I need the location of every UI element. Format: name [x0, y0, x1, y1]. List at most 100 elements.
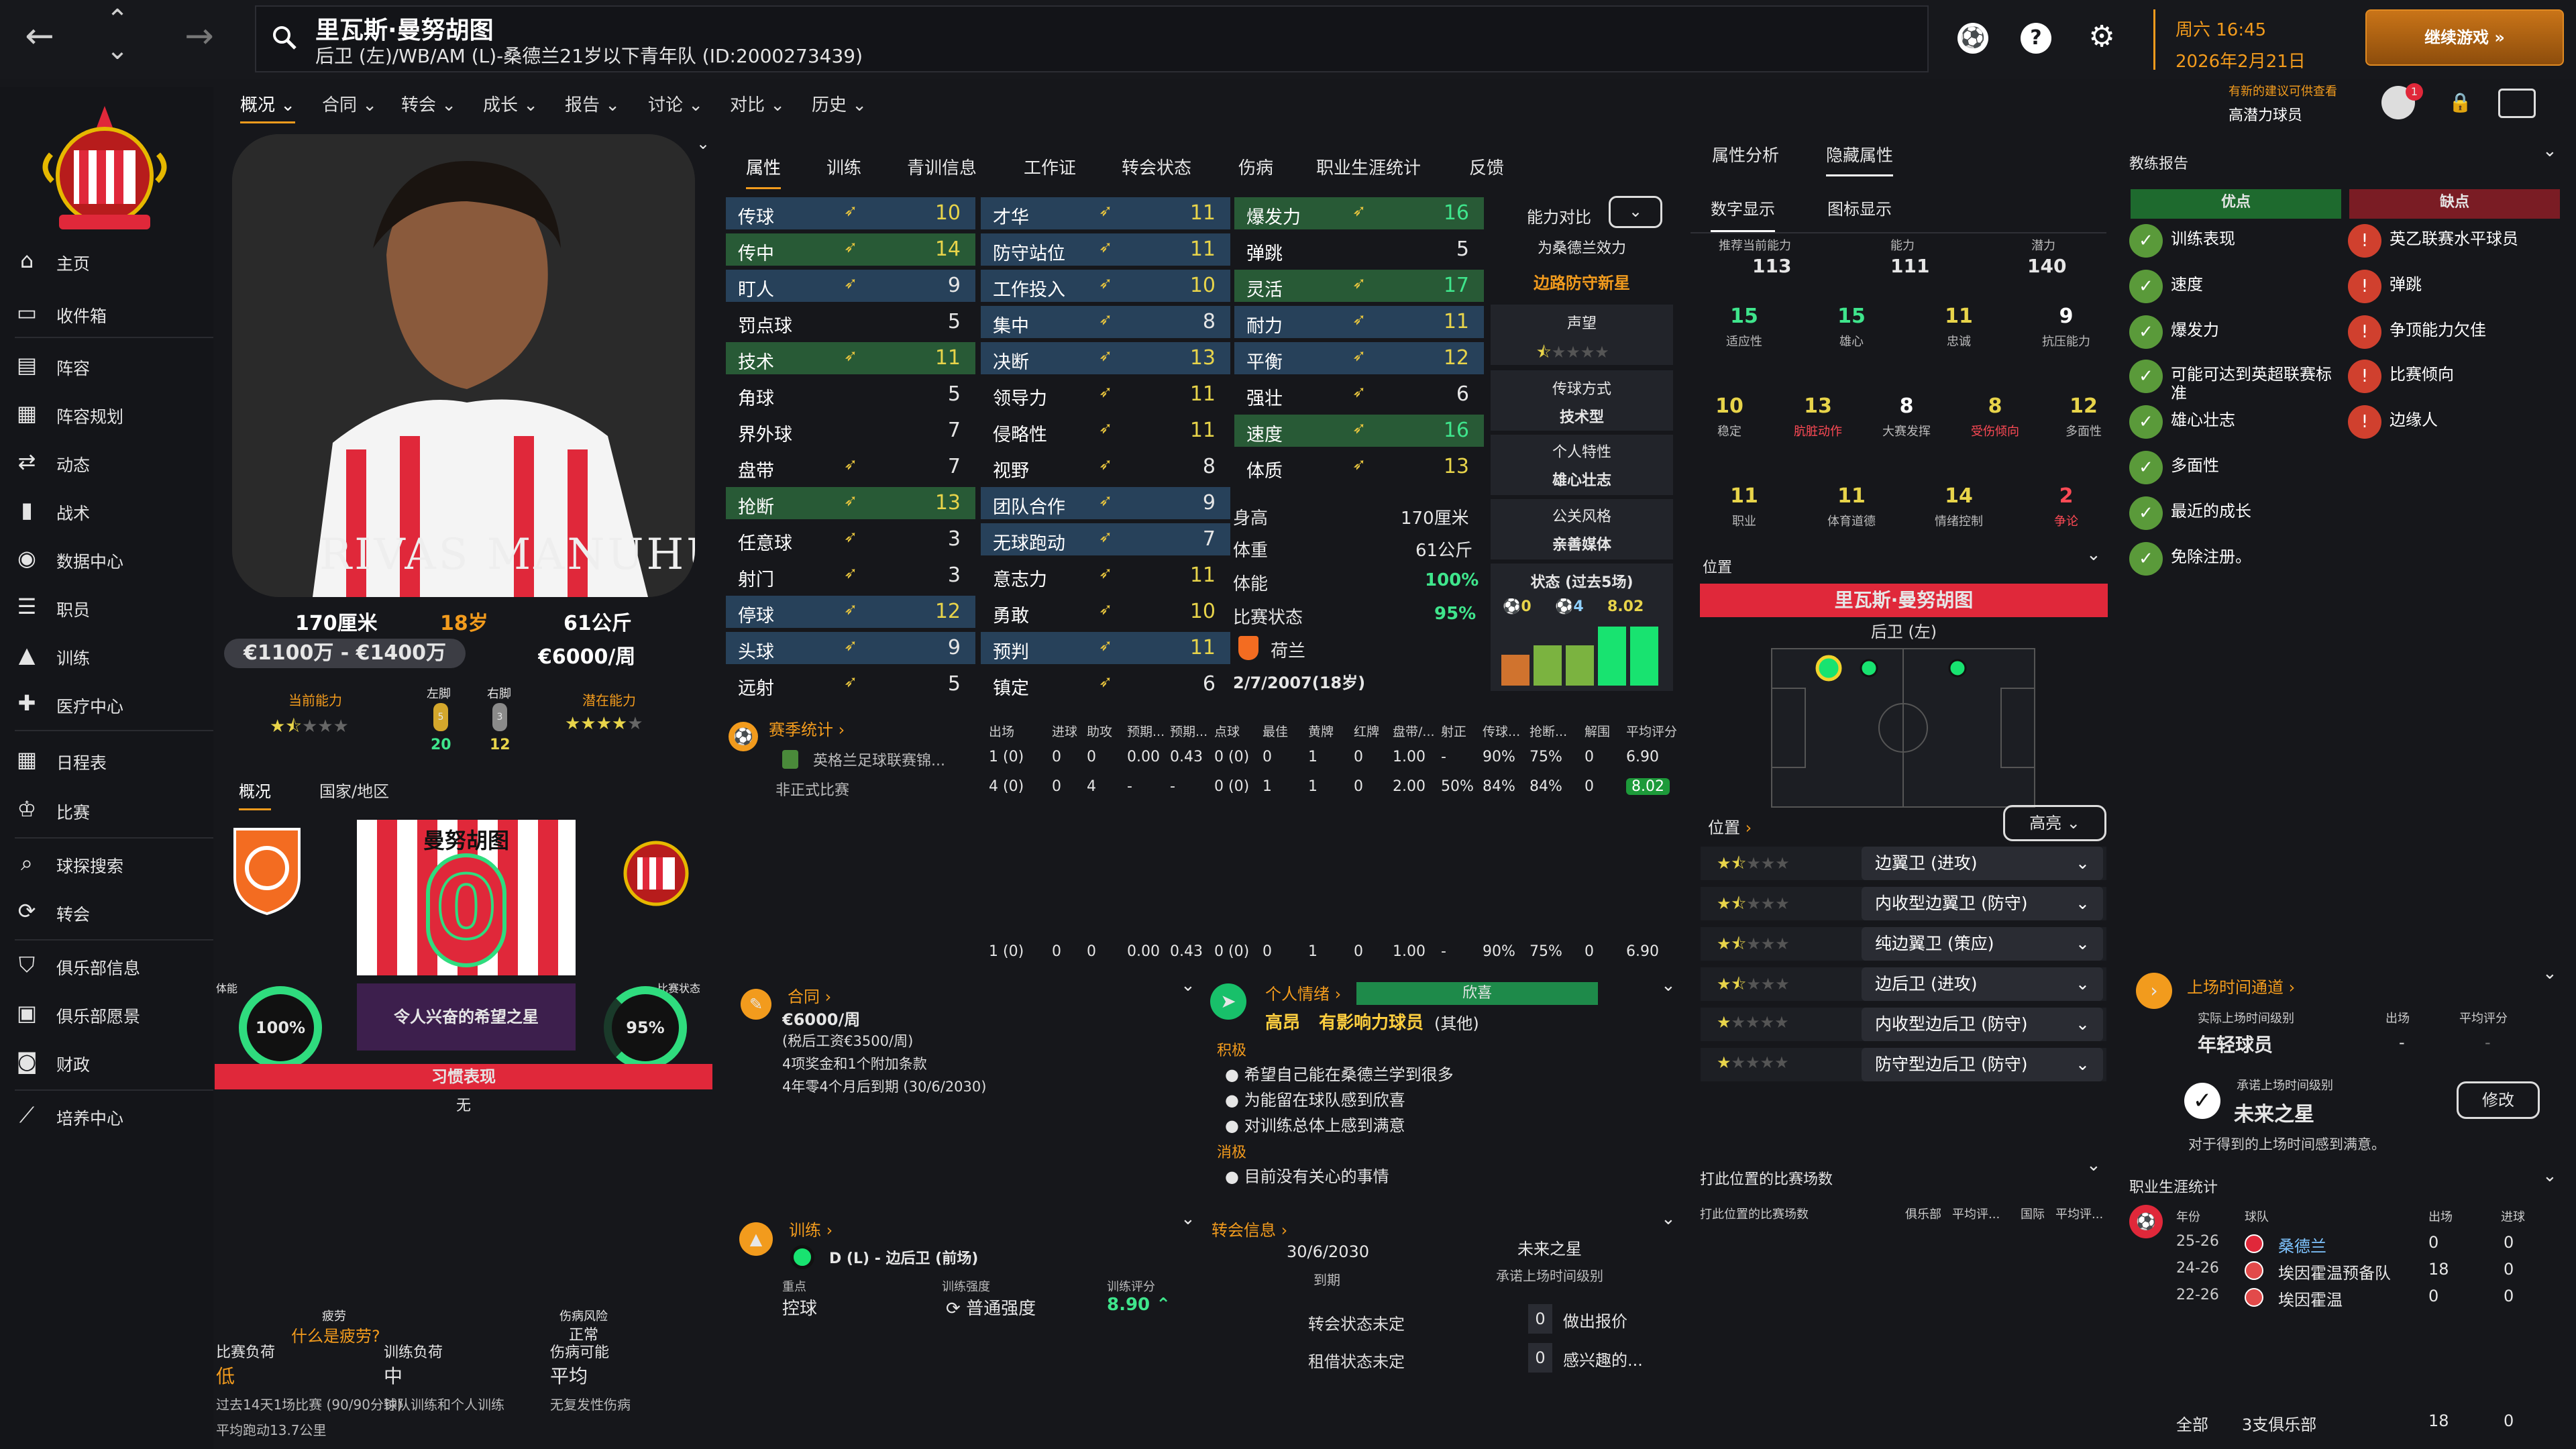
date-display[interactable]: 周六 16:45 2026年2月21日 [2153, 9, 2345, 72]
playtime-title[interactable]: 上场时间通道 › [2187, 974, 2295, 998]
sidebar-item-scouting[interactable]: ⌕ 球探搜索 [15, 851, 209, 881]
tab-training[interactable]: 训练 [826, 154, 861, 179]
sidebar-item-staff[interactable]: ☰ 职员 [15, 594, 209, 625]
tab-transfer-status[interactable]: 转会状态 [1122, 154, 1191, 179]
nation-crest[interactable] [229, 824, 305, 918]
chevron-down-icon[interactable]: ⌄ [2076, 1008, 2090, 1041]
toggle-numeric[interactable]: 数字显示 [1711, 196, 1775, 232]
apps-collapse-icon[interactable]: ⌄ [2086, 1155, 2101, 1175]
form-ring[interactable]: 95% [604, 986, 687, 1069]
continue-button[interactable]: 继续游戏 » [2365, 9, 2564, 66]
collapse-chevron-icon[interactable]: ⌄ [696, 134, 710, 153]
position-role-row[interactable]: ★★★★★ 防守型边后卫 (防守) ⌄ [1701, 1048, 2106, 1081]
player-photo[interactable]: RIVAS MANUHUTU [232, 134, 695, 597]
tab-attribute-analysis[interactable]: 属性分析 [1712, 142, 1779, 166]
sidebar-item-finances[interactable]: ◙ 财政 [15, 1049, 209, 1080]
sidebar-item-transfers[interactable]: ⟳ 转会 [15, 899, 209, 930]
position-role-row[interactable]: ★⯪★★★ 纯边翼卫 (策应) ⌄ [1701, 927, 2106, 961]
sidebar-item-tactics[interactable]: ▮ 战术 [15, 498, 209, 529]
tab-hidden-attributes[interactable]: 隐藏属性 [1826, 142, 1894, 176]
make-offer-button[interactable]: 做出报价 [1563, 1308, 1627, 1332]
highlight-dropdown[interactable]: 高亮 ⌄ [2003, 805, 2106, 841]
mood-collapse-icon[interactable]: ⌄ [1661, 975, 1676, 996]
ball-icon[interactable]: ⚽ [1957, 23, 1988, 54]
sidebar-item-medical[interactable]: ✚ 医疗中心 [15, 691, 209, 722]
position-role-name[interactable]: 防守型边后卫 (防守) ⌄ [1862, 1048, 2103, 1081]
position-role-name[interactable]: 边后卫 (进攻) ⌄ [1862, 967, 2103, 1001]
sidebar-item-training[interactable]: ▲ 训练 [15, 643, 209, 674]
chevron-down-icon[interactable]: ⌄ [2076, 927, 2090, 961]
club-crest[interactable] [32, 101, 177, 241]
sidebar-item-planner[interactable]: ▦ 阵容规划 [15, 401, 209, 432]
menu-discuss[interactable]: 讨论 ⌄ [648, 91, 703, 116]
contract-collapse-icon[interactable]: ⌄ [1181, 975, 1195, 996]
menu-contract[interactable]: 合同 ⌄ [322, 91, 377, 116]
sidebar-item-club-info[interactable]: ⛉ 俱乐部信息 [15, 953, 209, 983]
club-crest-small[interactable] [609, 824, 703, 918]
position-role-row[interactable]: ★⯪★★★ 边翼卫 (进攻) ⌄ [1701, 847, 2106, 880]
report-collapse-icon[interactable]: ⌄ [2542, 141, 2557, 161]
interested-button[interactable]: 感兴趣的... [1563, 1347, 1643, 1371]
menu-overview[interactable]: 概况 ⌄ [240, 91, 296, 123]
position-role-name[interactable]: 边翼卫 (进攻) ⌄ [1862, 847, 2103, 880]
search-icon[interactable] [271, 24, 298, 51]
back-button[interactable]: ← [16, 16, 63, 56]
menu-compare[interactable]: 对比 ⌄ [730, 91, 785, 116]
shirt-card[interactable]: 曼努胡图 0 [357, 820, 576, 975]
tab-feedback[interactable]: 反馈 [1469, 154, 1504, 179]
scroll-up-button[interactable]: ⌃ [101, 4, 134, 35]
sidebar-item-dynamics[interactable]: ⇄ 动态 [15, 449, 209, 480]
menu-transfer[interactable]: 转会 ⌄ [401, 91, 456, 116]
edit-button[interactable]: 修改 [2457, 1081, 2540, 1119]
transfer-collapse-icon[interactable]: ⌄ [1661, 1209, 1676, 1229]
season-competition[interactable]: 非正式比赛 [775, 778, 936, 800]
chevron-down-icon[interactable]: ⌄ [2076, 887, 2090, 920]
sidebar-item-inbox[interactable]: ▭ 收件箱 [15, 301, 209, 331]
sidebar-item-development[interactable]: ⟋ 培养中心 [15, 1103, 209, 1134]
trait-badge[interactable]: 令人兴奋的希望之星 [357, 983, 576, 1051]
chevron-down-icon[interactable]: ⌄ [2076, 847, 2090, 880]
career-collapse-icon[interactable]: ⌄ [2542, 1166, 2557, 1186]
sidebar-item-calendar[interactable]: ▦ 日程表 [15, 747, 209, 778]
settings-icon[interactable]: ⚙ [2086, 21, 2117, 52]
layout-icon[interactable] [2498, 89, 2536, 118]
playtime-collapse-icon[interactable]: ⌄ [2542, 963, 2557, 983]
position-role-name[interactable]: 内收型边翼卫 (防守) ⌄ [1862, 887, 2103, 920]
menu-reports[interactable]: 报告 ⌄ [565, 91, 620, 116]
tab-work-permit[interactable]: 工作证 [1024, 154, 1076, 179]
fatigue-link[interactable]: 什么是疲劳? [291, 1323, 380, 1346]
player-header[interactable]: 里瓦斯·曼努胡图 后卫 (左)/WB/AM (L)-桑德兰21岁以下青年队 (I… [255, 5, 1929, 72]
position-role-row[interactable]: ★⯪★★★ 边后卫 (进攻) ⌄ [1701, 967, 2106, 1001]
sidebar-item-club-vision[interactable]: ▣ 俱乐部愿景 [15, 1001, 209, 1032]
position-collapse-icon[interactable]: ⌄ [2086, 545, 2101, 565]
chevron-down-icon[interactable]: ⌄ [2076, 1048, 2090, 1081]
chevron-down-icon[interactable]: ⌄ [2076, 967, 2090, 1001]
forward-button[interactable]: → [176, 16, 223, 56]
lock-icon[interactable]: 🔒 [2449, 91, 2472, 113]
tab-injuries[interactable]: 伤病 [1238, 154, 1273, 179]
help-icon[interactable]: ? [2021, 23, 2051, 54]
training-collapse-icon[interactable]: ⌄ [1181, 1209, 1195, 1229]
season-stats-title[interactable]: 赛季统计 › [769, 716, 845, 740]
ability-compare-dropdown[interactable]: ⌄ [1609, 196, 1662, 228]
pitch-diagram[interactable] [1771, 648, 2035, 808]
position-role-row[interactable]: ★⯪★★★ 内收型边翼卫 (防守) ⌄ [1701, 887, 2106, 920]
tab-nation[interactable]: 国家/地区 [319, 778, 389, 802]
suggestion-notice[interactable]: 有新的建议可供查看 高潜力球员 [2229, 82, 2403, 125]
sidebar-item-data[interactable]: ◉ 数据中心 [15, 546, 209, 577]
transfer-info-title[interactable]: 转会信息 › [1212, 1217, 1287, 1240]
toggle-icons[interactable]: 图标显示 [1827, 196, 1892, 219]
menu-development[interactable]: 成长 ⌄ [483, 91, 538, 116]
menu-history[interactable]: 历史 ⌄ [812, 91, 867, 116]
fitness-ring[interactable]: 100% [239, 986, 322, 1069]
tab-youth[interactable]: 青训信息 [907, 154, 977, 179]
sidebar-item-squad[interactable]: ▤ 阵容 [15, 353, 209, 384]
position-list-title[interactable]: 位置 › [1708, 814, 1752, 838]
mood-title[interactable]: 个人情绪 › [1265, 981, 1341, 1004]
habit-bar[interactable]: 习惯表现 [215, 1064, 712, 1089]
training-title[interactable]: 训练 › [789, 1217, 833, 1240]
position-role-row[interactable]: ★★★★★ 内收型边后卫 (防守) ⌄ [1701, 1008, 2106, 1041]
position-role-name[interactable]: 内收型边后卫 (防守) ⌄ [1862, 1008, 2103, 1041]
tab-attributes[interactable]: 属性 [746, 154, 782, 189]
contract-title[interactable]: 合同 › [788, 983, 831, 1007]
